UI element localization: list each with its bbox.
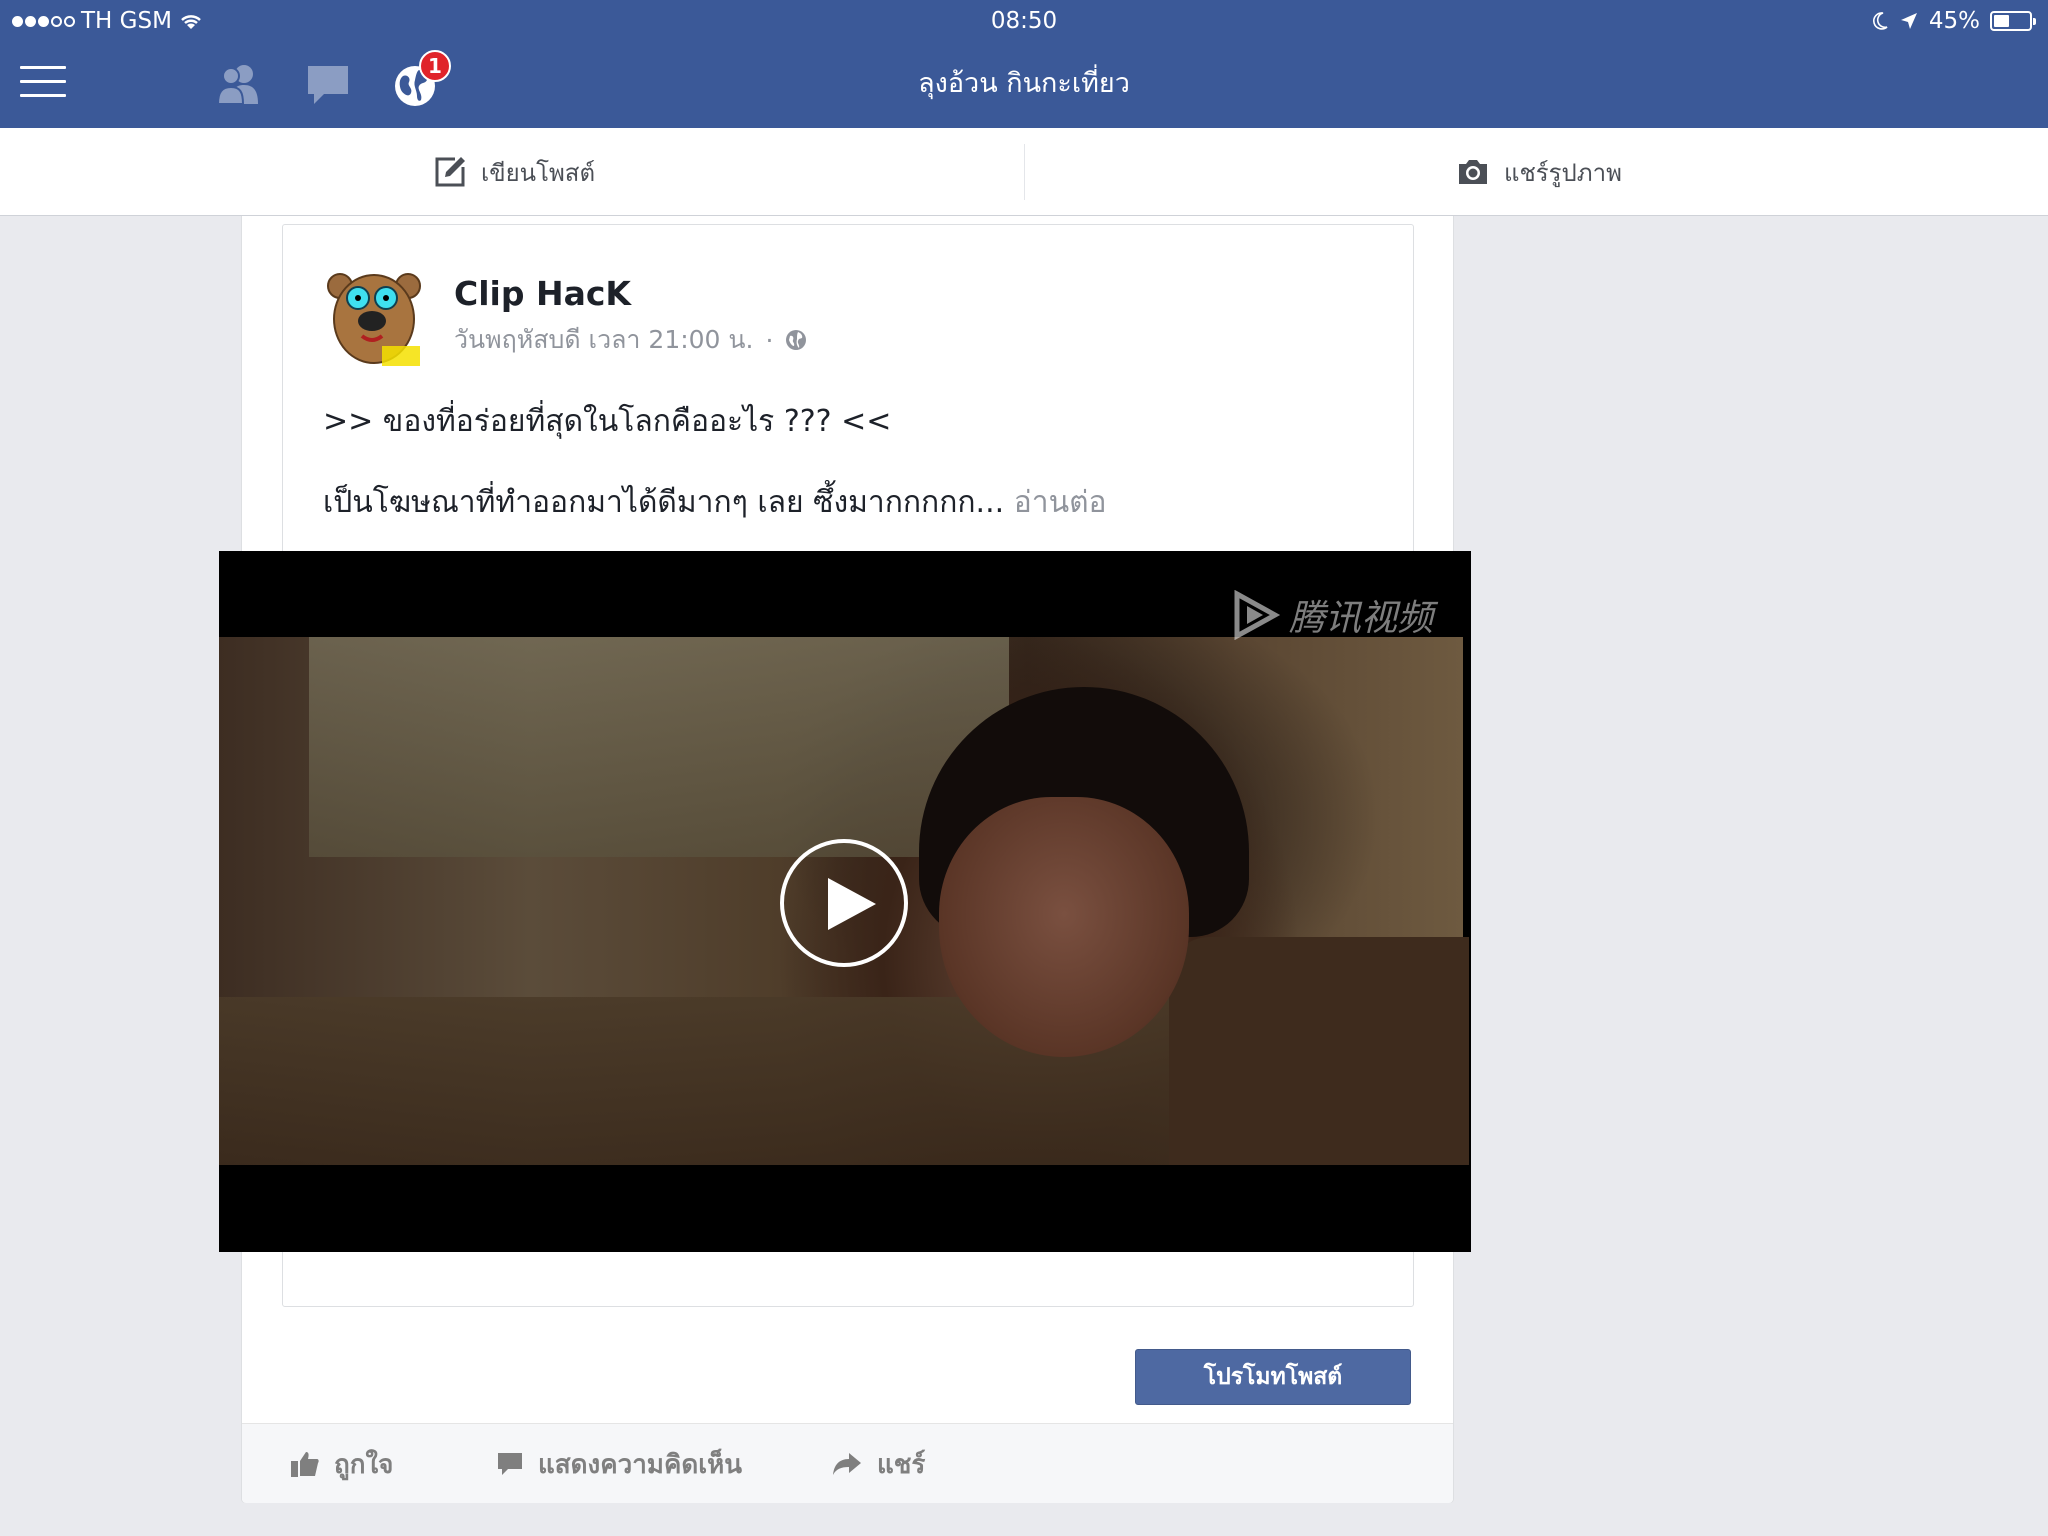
camera-icon — [1459, 160, 1487, 184]
post-author-name[interactable]: Clip HacK — [454, 274, 631, 313]
location-arrow-icon — [1900, 13, 1917, 29]
see-more-link[interactable]: อ่านต่อ — [1014, 485, 1107, 520]
post-text-body: เป็นโฆษณาที่ทำออกมาได้ดีมากๆ เลย ซึ้งมาก… — [323, 479, 1107, 526]
composer-action-bar: เขียนโพสต์ แชร์รูปภาพ — [0, 128, 2048, 216]
comment-label: แสดงความคิดเห็น — [538, 1449, 743, 1480]
video-watermark-text: 腾讯视频 — [1288, 598, 1433, 639]
play-button[interactable] — [780, 839, 908, 967]
write-post-button[interactable]: เขียนโพสต์ — [433, 154, 595, 190]
status-right: 45% — [1871, 6, 2036, 36]
like-button[interactable]: ถูกใจ — [290, 1444, 393, 1484]
write-post-label: เขียนโพสต์ — [481, 158, 596, 187]
video-player[interactable]: 腾讯视频 — [219, 551, 1471, 1252]
moon-icon — [1872, 12, 1888, 30]
share-button[interactable]: แชร์ — [831, 1444, 925, 1484]
play-icon — [828, 878, 876, 930]
comment-button[interactable]: แสดงความคิดเห็น — [496, 1444, 742, 1484]
share-arrow-icon — [833, 1453, 861, 1475]
post-actions-footer: ถูกใจ แสดงความคิดเห็น แชร์ — [242, 1423, 1453, 1503]
battery-percent: 45% — [1928, 8, 1980, 34]
thumbs-up-icon — [291, 1452, 319, 1477]
action-divider — [1024, 144, 1025, 200]
page-title: ลุงอ้วน กินกะเที่ยว — [918, 68, 1130, 99]
status-time: 08:50 — [990, 8, 1058, 34]
public-globe-icon — [786, 330, 807, 350]
author-avatar[interactable] — [322, 264, 427, 369]
promote-post-button[interactable]: โปรโมทโพสต์ — [1135, 1349, 1411, 1405]
battery-level-fill — [1994, 15, 2010, 27]
share-label: แชร์ — [877, 1449, 926, 1480]
post-text-headline: >> ของที่อร่อยที่สุดในโลกคืออะไร ??? << — [323, 404, 892, 439]
comment-icon — [498, 1453, 522, 1475]
post-timestamp[interactable]: วันพฤหัสบดี เวลา 21:00 น. — [454, 320, 753, 360]
tencent-video-logo-icon — [1234, 590, 1281, 640]
compose-icon — [435, 157, 465, 187]
post-body-text: เป็นโฆษณาที่ทำออกมาได้ดีมากๆ เลย ซึ้งมาก… — [323, 485, 1005, 520]
post-metadata: วันพฤหัสบดี เวลา 21:00 น. · — [454, 320, 807, 360]
like-label: ถูกใจ — [334, 1449, 394, 1480]
meta-separator: · — [765, 325, 774, 355]
battery-icon — [1990, 11, 2036, 31]
top-navigation-bar: TH GSM 08:50 45% 1 ลุงอ้วน กินกะเที่ยว — [0, 0, 2048, 128]
video-watermark: 腾讯视频 — [1231, 589, 1433, 641]
share-photo-label: แชร์รูปภาพ — [1504, 158, 1622, 187]
share-photo-button[interactable]: แชร์รูปภาพ — [1456, 154, 1622, 190]
